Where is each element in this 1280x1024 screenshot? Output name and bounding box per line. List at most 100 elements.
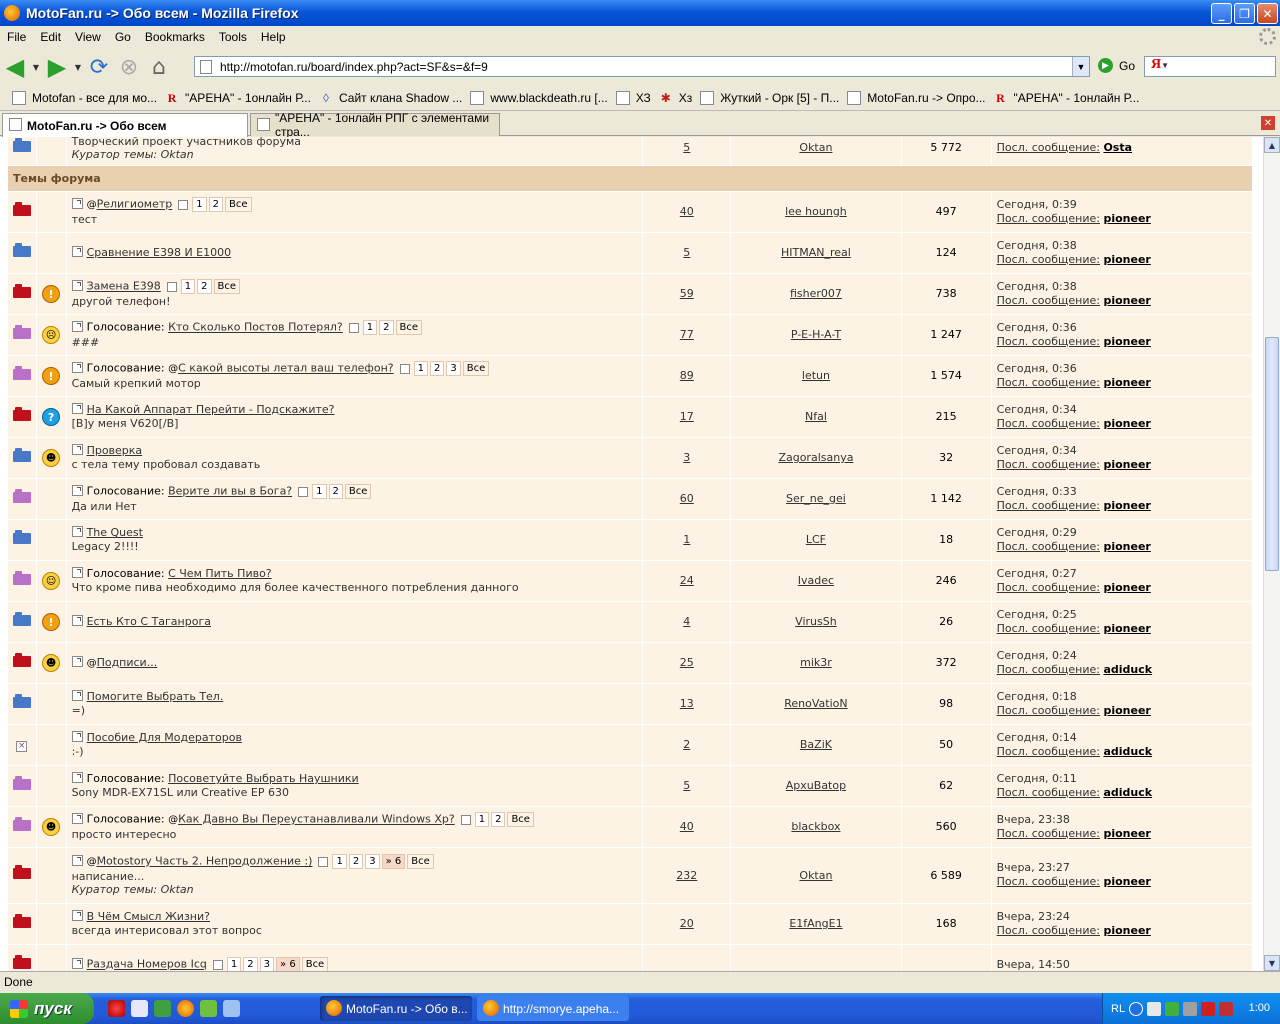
page-link[interactable]: 3 <box>365 854 380 869</box>
last-post-user[interactable]: pioneer <box>1103 924 1150 937</box>
close-tab-icon[interactable]: ✕ <box>1261 116 1275 130</box>
menu-tools[interactable]: Tools <box>212 30 254 44</box>
address-bar[interactable]: http://motofan.ru/board/index.php?act=SF… <box>194 56 1090 77</box>
all-pages-link[interactable]: Все <box>225 197 252 212</box>
home-icon[interactable]: ⌂ <box>144 52 174 82</box>
topic-preview-icon[interactable] <box>71 615 83 626</box>
taskbar-item-motofan[interactable]: MotoFan.ru -> Обо в... <box>320 996 472 1021</box>
replies-link[interactable]: 4 <box>683 615 690 628</box>
bookmark-item[interactable]: ◊ Сайт клана Shadow ... <box>315 91 466 105</box>
last-post-label[interactable]: Посл. сообщение: <box>997 499 1100 512</box>
page-link[interactable]: 1 <box>362 320 378 335</box>
page-link[interactable]: 1 <box>180 279 196 294</box>
scroll-up-icon[interactable]: ▲ <box>1264 137 1280 153</box>
page-link[interactable]: 2 <box>243 957 258 971</box>
page-link[interactable]: 1 <box>226 957 242 971</box>
all-pages-link[interactable]: Все <box>344 484 372 499</box>
author-link[interactable]: Ivadec <box>798 574 834 587</box>
all-pages-link[interactable]: Все <box>462 361 490 376</box>
topic-title-link[interactable]: Как Давно Вы Переустанавливали Windows X… <box>178 813 455 826</box>
antivirus-icon[interactable] <box>1201 1001 1216 1016</box>
last-post-user[interactable]: pioneer <box>1103 875 1150 888</box>
author-link[interactable]: HITMAN_real <box>781 246 851 259</box>
topic-title-link[interactable]: Раздача Номеров Icq <box>87 958 207 971</box>
replies-link[interactable]: 20 <box>680 917 694 930</box>
page-link[interactable]: 1 <box>413 361 428 376</box>
author-link[interactable]: Oktan <box>799 869 832 882</box>
author-link[interactable]: ApxuBatop <box>786 779 846 792</box>
bookmark-item[interactable]: R "АРЕНА" - 1онлайн Р... <box>161 91 315 105</box>
replies-link[interactable]: 24 <box>680 574 694 587</box>
page-link[interactable]: 2 <box>348 854 364 869</box>
tab-arena[interactable]: "АРЕНА" - 1онлайн РПГ с элементами стра.… <box>250 111 500 139</box>
last-post-user[interactable]: pioneer <box>1103 294 1150 307</box>
replies-link[interactable]: 60 <box>680 492 694 505</box>
search-input[interactable]: Я▼ <box>1144 56 1276 77</box>
back-arrow-icon[interactable]: ◀ <box>0 52 30 82</box>
bookmark-item[interactable]: ✱ Хз <box>655 91 697 105</box>
forward-dropdown-icon[interactable]: ▼ <box>72 63 84 72</box>
last-post-label[interactable]: Посл. сообщение: <box>997 786 1100 799</box>
topic-title-link[interactable]: Посоветуйте Выбрать Наушники <box>168 772 359 785</box>
menu-view[interactable]: View <box>68 30 108 44</box>
all-pages-link[interactable]: Все <box>407 854 434 869</box>
page-link[interactable]: 2 <box>491 812 506 827</box>
last-post-user[interactable]: pioneer <box>1103 417 1150 430</box>
menu-help[interactable]: Help <box>254 30 293 44</box>
last-post-label[interactable]: Посл. сообщение: <box>997 253 1100 266</box>
last-post-label[interactable]: Посл. сообщение: <box>997 924 1100 937</box>
scroll-thumb[interactable] <box>1265 337 1279 571</box>
start-button[interactable]: пуск <box>0 993 94 1024</box>
last-post-label[interactable]: Посл. сообщение: <box>997 622 1100 635</box>
icq-icon[interactable] <box>154 1000 171 1017</box>
page-link[interactable]: 2 <box>328 484 343 499</box>
author-link[interactable]: LCF <box>806 533 826 546</box>
media-player-icon[interactable] <box>131 1000 148 1017</box>
taskbar-item-smorye[interactable]: http://smorye.apeha... <box>477 996 629 1021</box>
last-post-user[interactable]: pioneer <box>1103 622 1150 635</box>
replies-link[interactable]: 1 <box>683 533 690 546</box>
menu-edit[interactable]: Edit <box>33 30 68 44</box>
shield-icon[interactable] <box>1219 1001 1234 1016</box>
author-link[interactable]: blackbox <box>791 820 840 833</box>
close-button[interactable]: ✕ <box>1257 3 1278 24</box>
last-post-label[interactable]: Посл. сообщение: <box>997 540 1100 553</box>
stop-icon[interactable]: ⊗ <box>114 52 144 82</box>
page-link[interactable]: 2 <box>429 361 445 376</box>
all-pages-link[interactable]: Все <box>301 957 329 971</box>
replies-link[interactable]: 5 <box>683 141 690 154</box>
topic-title-link[interactable]: Религиометр <box>97 198 173 211</box>
author-link[interactable]: VirusSh <box>795 615 837 628</box>
topic-preview-icon[interactable] <box>71 910 83 921</box>
last-post-user[interactable]: adiduck <box>1103 745 1152 758</box>
last-post-user[interactable]: adiduck <box>1103 786 1152 799</box>
topic-preview-icon[interactable] <box>71 361 83 373</box>
replies-link[interactable]: 232 <box>676 869 697 882</box>
author-link[interactable]: Oktan <box>799 141 832 154</box>
replies-link[interactable]: 25 <box>680 656 694 669</box>
author-link[interactable]: P-E-H-A-T <box>791 328 841 341</box>
last-post-user[interactable]: pioneer <box>1103 581 1150 594</box>
author-link[interactable]: RenoVatioN <box>784 697 847 710</box>
last-post-label[interactable]: Посл. сообщение: <box>997 704 1100 717</box>
back-dropdown-icon[interactable]: ▼ <box>30 63 42 72</box>
replies-link[interactable]: 40 <box>680 205 694 218</box>
icq-tray-icon[interactable] <box>1165 1001 1180 1016</box>
author-link[interactable]: Zagoralsanya <box>778 451 853 464</box>
topic-preview-icon[interactable] <box>71 403 83 414</box>
page-jump-link[interactable]: » 6 <box>381 854 406 869</box>
topic-preview-icon[interactable] <box>71 567 83 578</box>
topic-title-link[interactable]: Замена E398 <box>87 280 161 293</box>
all-pages-link[interactable]: Все <box>507 812 534 827</box>
last-post-label[interactable]: Посл. сообщение: <box>997 458 1100 471</box>
url-dropdown-icon[interactable]: ▼ <box>1072 57 1089 76</box>
replies-link[interactable]: 5 <box>683 246 690 259</box>
bookmark-item[interactable]: Жуткий - Орк [5] - П... <box>696 91 843 105</box>
last-post-label[interactable]: Посл. сообщение: <box>997 745 1100 758</box>
menu-file[interactable]: File <box>0 30 33 44</box>
tab-motofan[interactable]: MotoFan.ru -> Обо всем <box>2 113 248 137</box>
last-post-label[interactable]: Посл. сообщение: <box>997 663 1100 676</box>
last-post-user[interactable]: pioneer <box>1103 376 1150 389</box>
topic-preview-icon[interactable] <box>71 526 83 537</box>
bookmark-item[interactable]: www.blackdeath.ru [... <box>466 91 611 105</box>
